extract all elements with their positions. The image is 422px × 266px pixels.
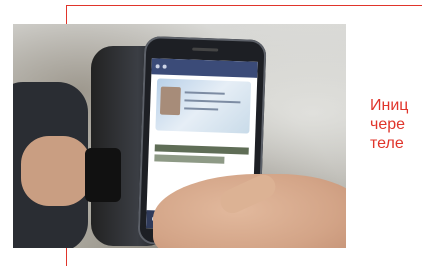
mrz-bar — [154, 154, 225, 164]
id-card-text-line — [184, 107, 219, 111]
id-card-text-line — [184, 91, 225, 95]
app-bar — [151, 58, 258, 78]
id-card-image — [155, 78, 252, 134]
app-bar-icon — [162, 64, 167, 69]
id-card-photo — [159, 86, 181, 116]
caption-text: Иниц чере теле — [370, 96, 422, 153]
app-bar-icon — [155, 64, 160, 69]
guide-line-top — [66, 5, 422, 6]
caption-line-3: теле — [370, 135, 404, 152]
photo: OTP 1. — [13, 24, 346, 248]
id-card-text-line — [184, 99, 241, 104]
photo-left-hand — [21, 136, 91, 206]
caption-line-1: Иниц — [370, 97, 409, 114]
mrz-bar — [154, 144, 249, 155]
reader-clip — [85, 148, 121, 202]
phone-speaker — [192, 47, 219, 52]
caption-line-2: чере — [370, 116, 406, 133]
